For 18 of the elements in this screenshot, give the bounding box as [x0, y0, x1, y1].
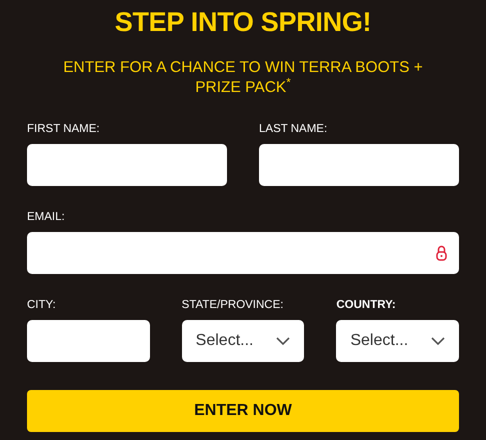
- subtitle: ENTER FOR A CHANCE TO WIN TERRA BOOTS + PRIZE PACK$^{*}$: [62, 58, 424, 98]
- field-label: STATE/PROVINCE:: [182, 298, 284, 312]
- field-label: COUNTRY:: [336, 298, 397, 312]
- select-field[interactable]: Select...: [336, 320, 460, 362]
- text-field[interactable]: [259, 144, 459, 186]
- field-label: LAST NAME:: [259, 122, 328, 136]
- field-label: EMAIL:: [27, 210, 66, 224]
- text-field[interactable]: [27, 144, 227, 186]
- chevron-down-icon: [276, 337, 290, 345]
- field-label: FIRST NAME:: [27, 122, 101, 136]
- text-field[interactable]: [27, 320, 150, 362]
- submit-button[interactable]: ENTER NOW: [27, 390, 459, 432]
- page-title: STEP INTO SPRING!: [114, 6, 372, 39]
- lock-icon: [436, 245, 447, 261]
- field-label: CITY:: [27, 298, 57, 312]
- select-field[interactable]: Select...: [182, 320, 304, 362]
- email-field[interactable]: [27, 232, 459, 274]
- chevron-down-icon: [431, 337, 446, 345]
